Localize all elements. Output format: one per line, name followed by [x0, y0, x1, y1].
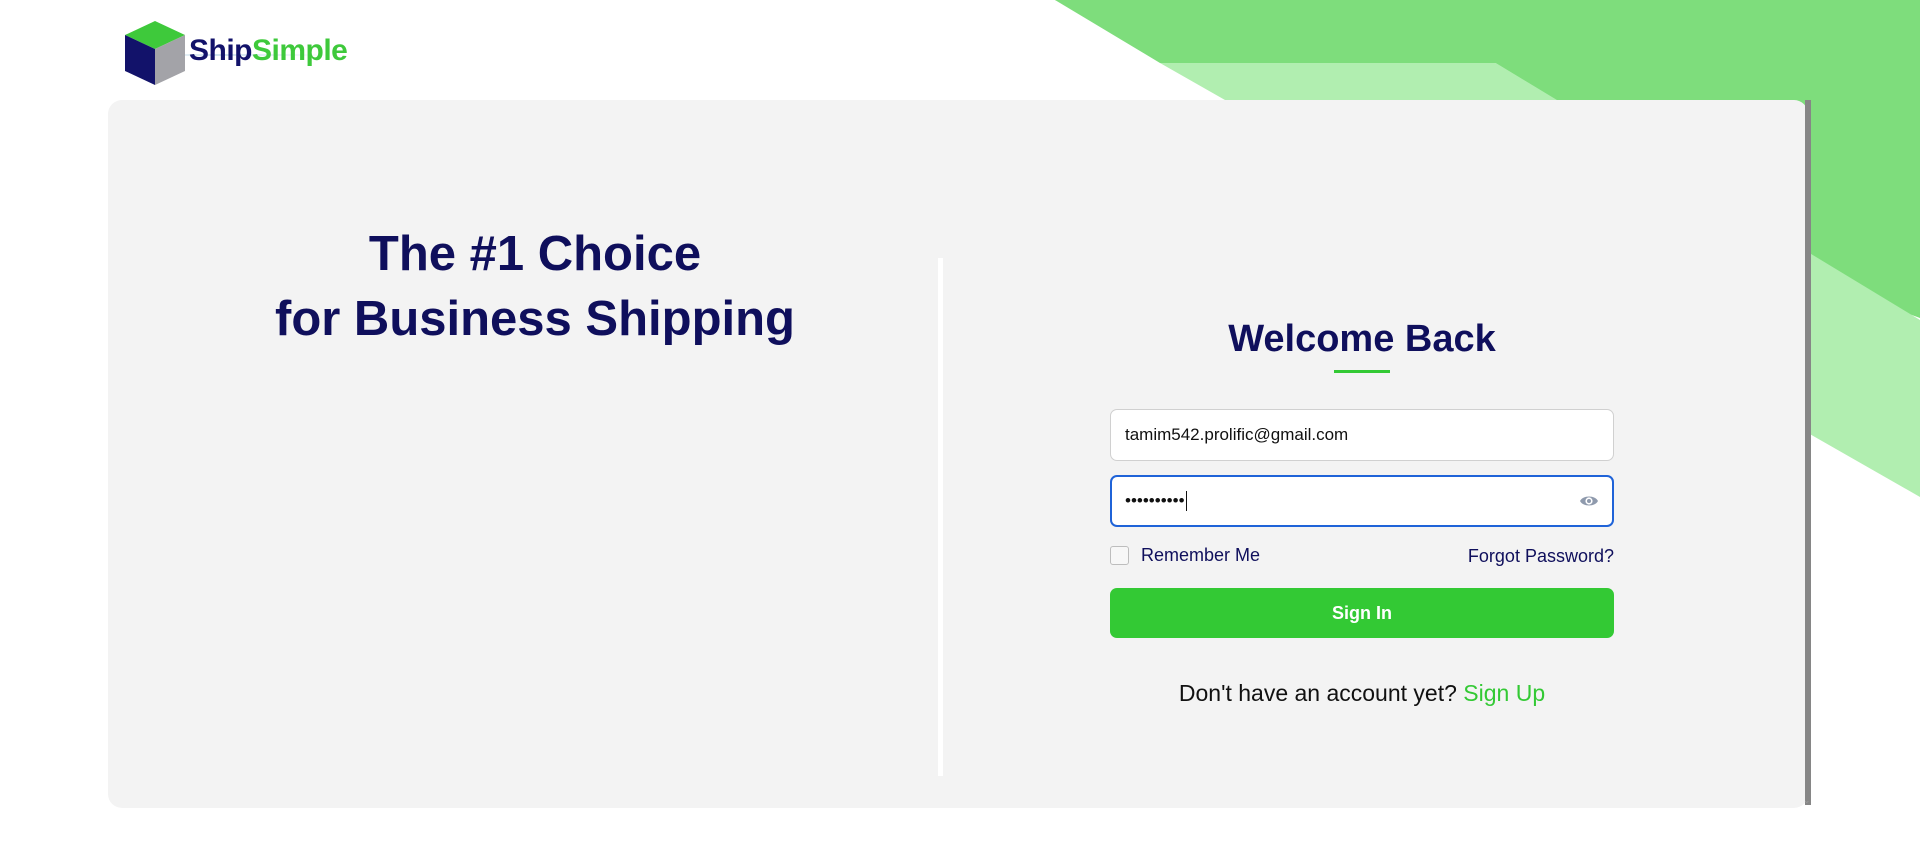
no-account-text: Don't have an account yet? [1178, 680, 1457, 706]
password-field[interactable]: •••••••••• [1110, 475, 1614, 527]
password-value: •••••••••• [1125, 491, 1185, 510]
vertical-divider [938, 258, 943, 776]
logo-text-ship: Ship [189, 34, 253, 67]
login-title: Welcome Back [1228, 318, 1496, 360]
remember-me-checkbox[interactable] [1110, 546, 1129, 565]
hero-tagline: The #1 Choice for Business Shipping [230, 222, 840, 352]
sign-in-button[interactable]: Sign In [1110, 588, 1614, 638]
cube-logo-icon [125, 21, 185, 85]
logo[interactable]: ShipSimple [124, 20, 348, 86]
text-caret [1185, 491, 1187, 511]
hero-line-2: for Business Shipping [275, 292, 795, 346]
sign-up-link[interactable]: Sign Up [1463, 680, 1545, 706]
logo-text-simple: Simple [252, 34, 348, 67]
remember-me[interactable]: Remember Me [1110, 545, 1260, 566]
title-underline [1334, 370, 1390, 373]
card-scrollbar[interactable] [1805, 100, 1811, 805]
eye-icon[interactable] [1579, 493, 1599, 509]
signup-prompt: Don't have an account yet? Sign Up [1110, 680, 1614, 707]
email-value: tamim542.prolific@gmail.com [1125, 425, 1349, 444]
scroll-down-arrow-icon[interactable]: ⌄ [1803, 796, 1813, 806]
forgot-password-link[interactable]: Forgot Password? [1410, 545, 1614, 567]
logo-wordmark: ShipSimple [189, 34, 348, 68]
hero-line-1: The #1 Choice [368, 227, 702, 281]
remember-me-label: Remember Me [1141, 545, 1261, 565]
email-field[interactable]: tamim542.prolific@gmail.com [1110, 409, 1614, 461]
